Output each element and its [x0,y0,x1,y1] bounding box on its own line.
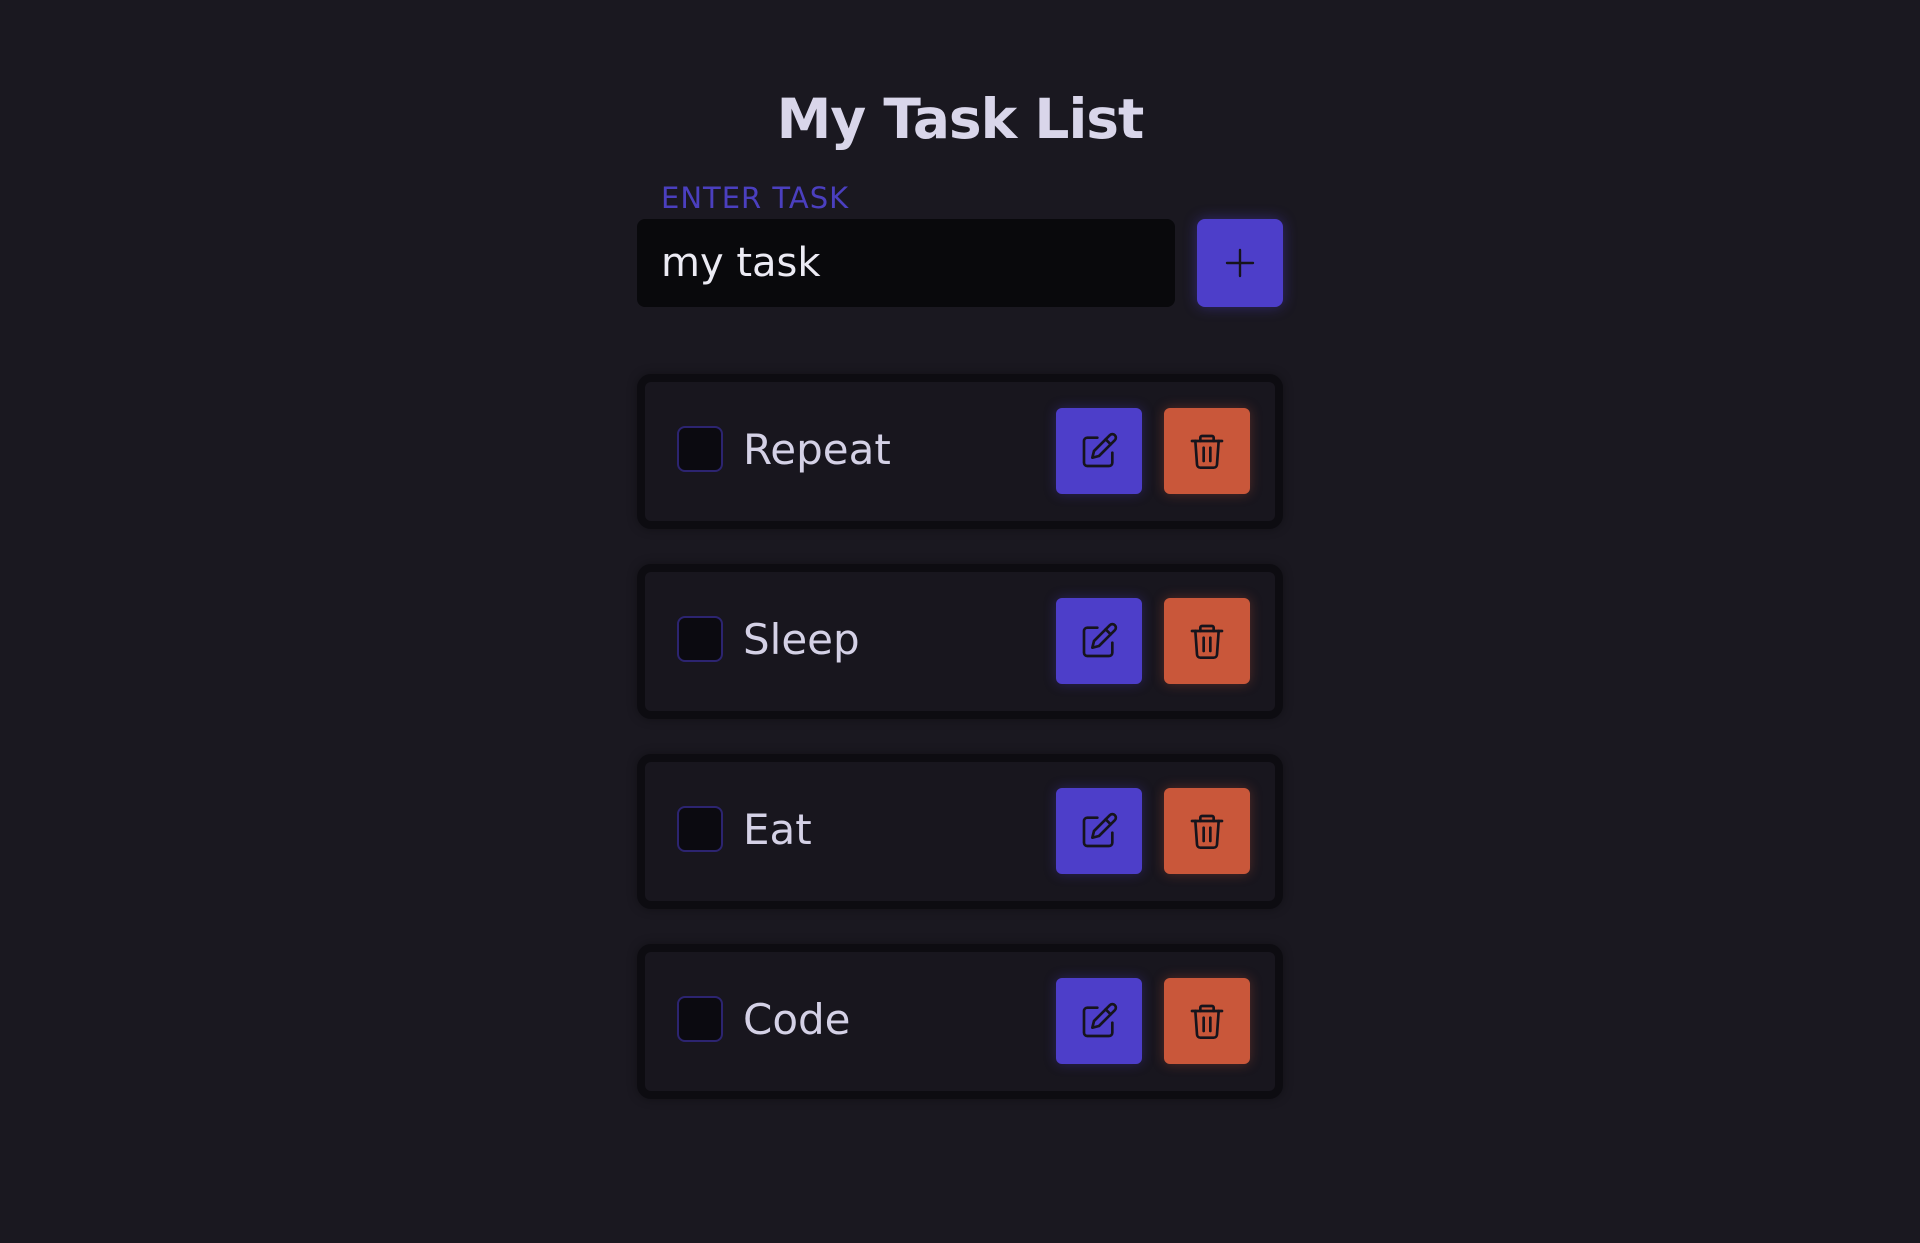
trash-icon [1187,621,1227,661]
add-task-button[interactable] [1197,219,1283,307]
trash-icon [1187,431,1227,471]
task-label: Eat [743,805,812,854]
task-checkbox[interactable] [677,426,723,472]
task-label: Repeat [743,425,891,474]
task-item: Code [637,944,1283,1099]
task-label: Sleep [743,615,860,664]
pencil-square-icon [1079,431,1119,471]
task-checkbox[interactable] [677,806,723,852]
edit-task-button[interactable] [1056,978,1142,1064]
task-label: Code [743,995,851,1044]
edit-task-button[interactable] [1056,598,1142,684]
edit-task-button[interactable] [1056,408,1142,494]
delete-task-button[interactable] [1164,598,1250,684]
enter-task-label: ENTER TASK [661,181,850,215]
pencil-square-icon [1079,1001,1119,1041]
page-title: My Task List [776,87,1145,151]
task-list: Repeat Sleep Eat Code [637,374,1283,1134]
pencil-square-icon [1079,811,1119,851]
delete-task-button[interactable] [1164,978,1250,1064]
delete-task-button[interactable] [1164,788,1250,874]
task-checkbox[interactable] [677,616,723,662]
trash-icon [1187,1001,1227,1041]
plus-icon [1223,246,1257,280]
delete-task-button[interactable] [1164,408,1250,494]
task-checkbox[interactable] [677,996,723,1042]
trash-icon [1187,811,1227,851]
task-item: Sleep [637,564,1283,719]
edit-task-button[interactable] [1056,788,1142,874]
pencil-square-icon [1079,621,1119,661]
task-item: Eat [637,754,1283,909]
task-item: Repeat [637,374,1283,529]
task-input[interactable] [637,219,1175,307]
